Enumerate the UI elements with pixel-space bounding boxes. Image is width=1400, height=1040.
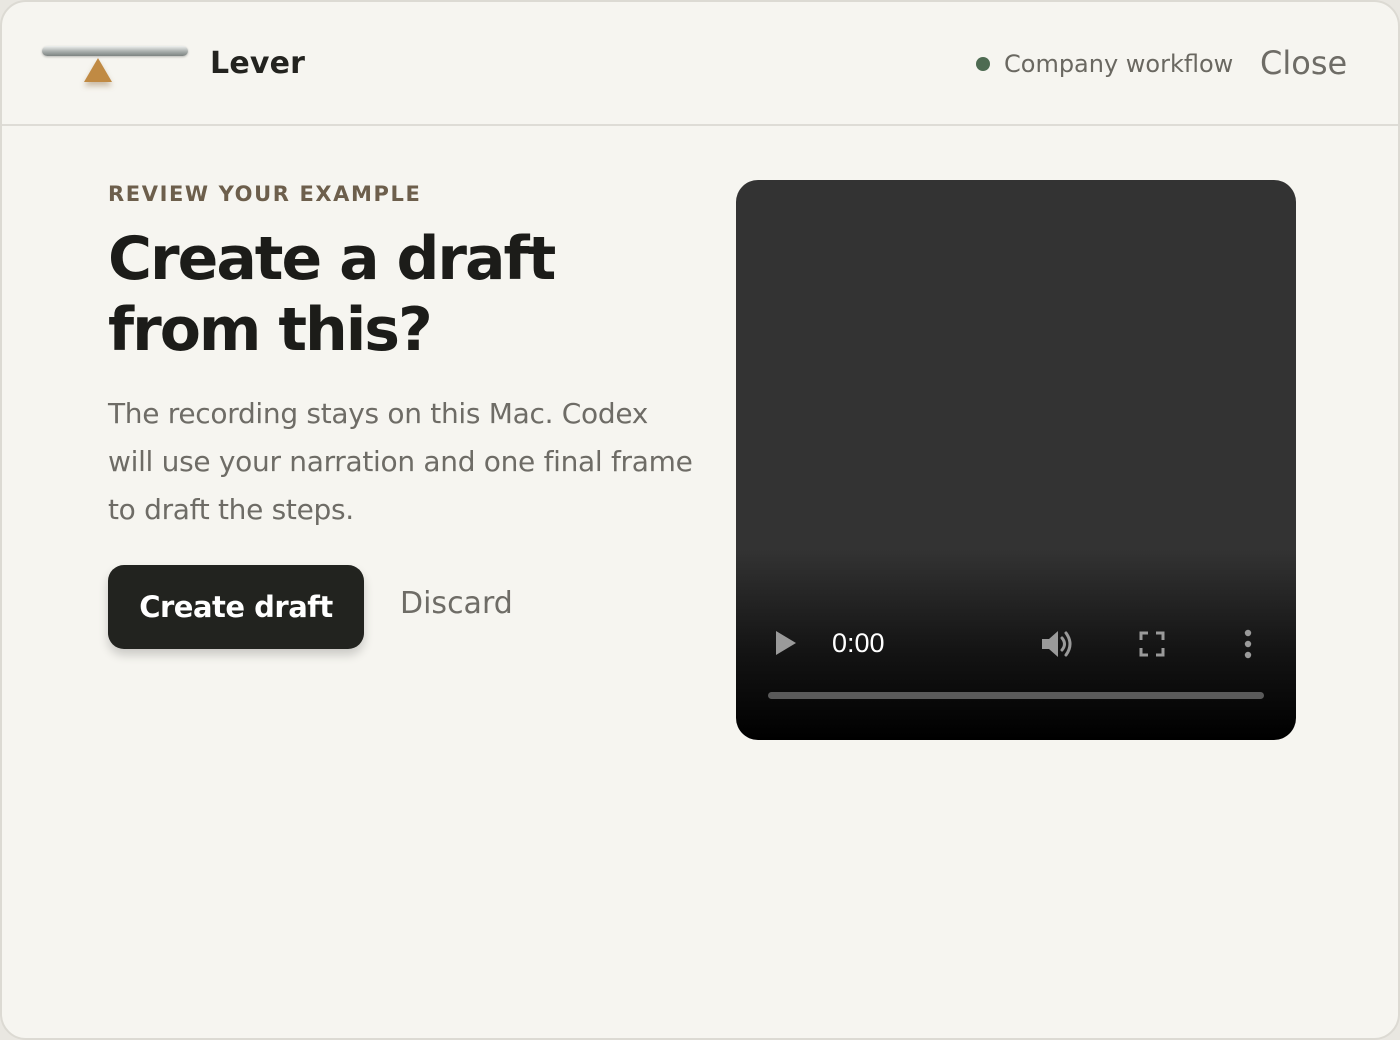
- more-options-icon[interactable]: [1241, 629, 1255, 659]
- video-time: 0:00: [832, 628, 885, 658]
- status-label: Company workflow: [1004, 50, 1234, 78]
- logo-beam: [42, 46, 188, 56]
- discard-button[interactable]: Discard: [400, 586, 513, 621]
- app-name: Lever: [210, 46, 306, 81]
- video-progress-track[interactable]: [768, 692, 1264, 699]
- description-text: The recording stays on this Mac. Codex w…: [108, 397, 693, 526]
- status-dot-icon: [976, 57, 990, 71]
- lever-logo-icon: [42, 42, 190, 88]
- play-icon[interactable]: [776, 631, 796, 655]
- section-eyebrow: REVIEW YOUR EXAMPLE: [108, 182, 422, 206]
- create-draft-button[interactable]: Create draft: [108, 565, 364, 649]
- close-button[interactable]: Close: [1260, 44, 1347, 82]
- logo-fulcrum: [84, 58, 112, 82]
- app-window: Lever Company workflow Close REVIEW YOUR…: [0, 0, 1400, 1040]
- fullscreen-icon[interactable]: [1139, 631, 1165, 657]
- header-bar: Lever Company workflow Close: [2, 2, 1398, 126]
- video-player[interactable]: 0:00: [736, 180, 1296, 740]
- page-title: Create a draft from this?: [108, 224, 556, 365]
- volume-icon[interactable]: [1040, 628, 1074, 660]
- workflow-status: Company workflow: [976, 50, 1233, 78]
